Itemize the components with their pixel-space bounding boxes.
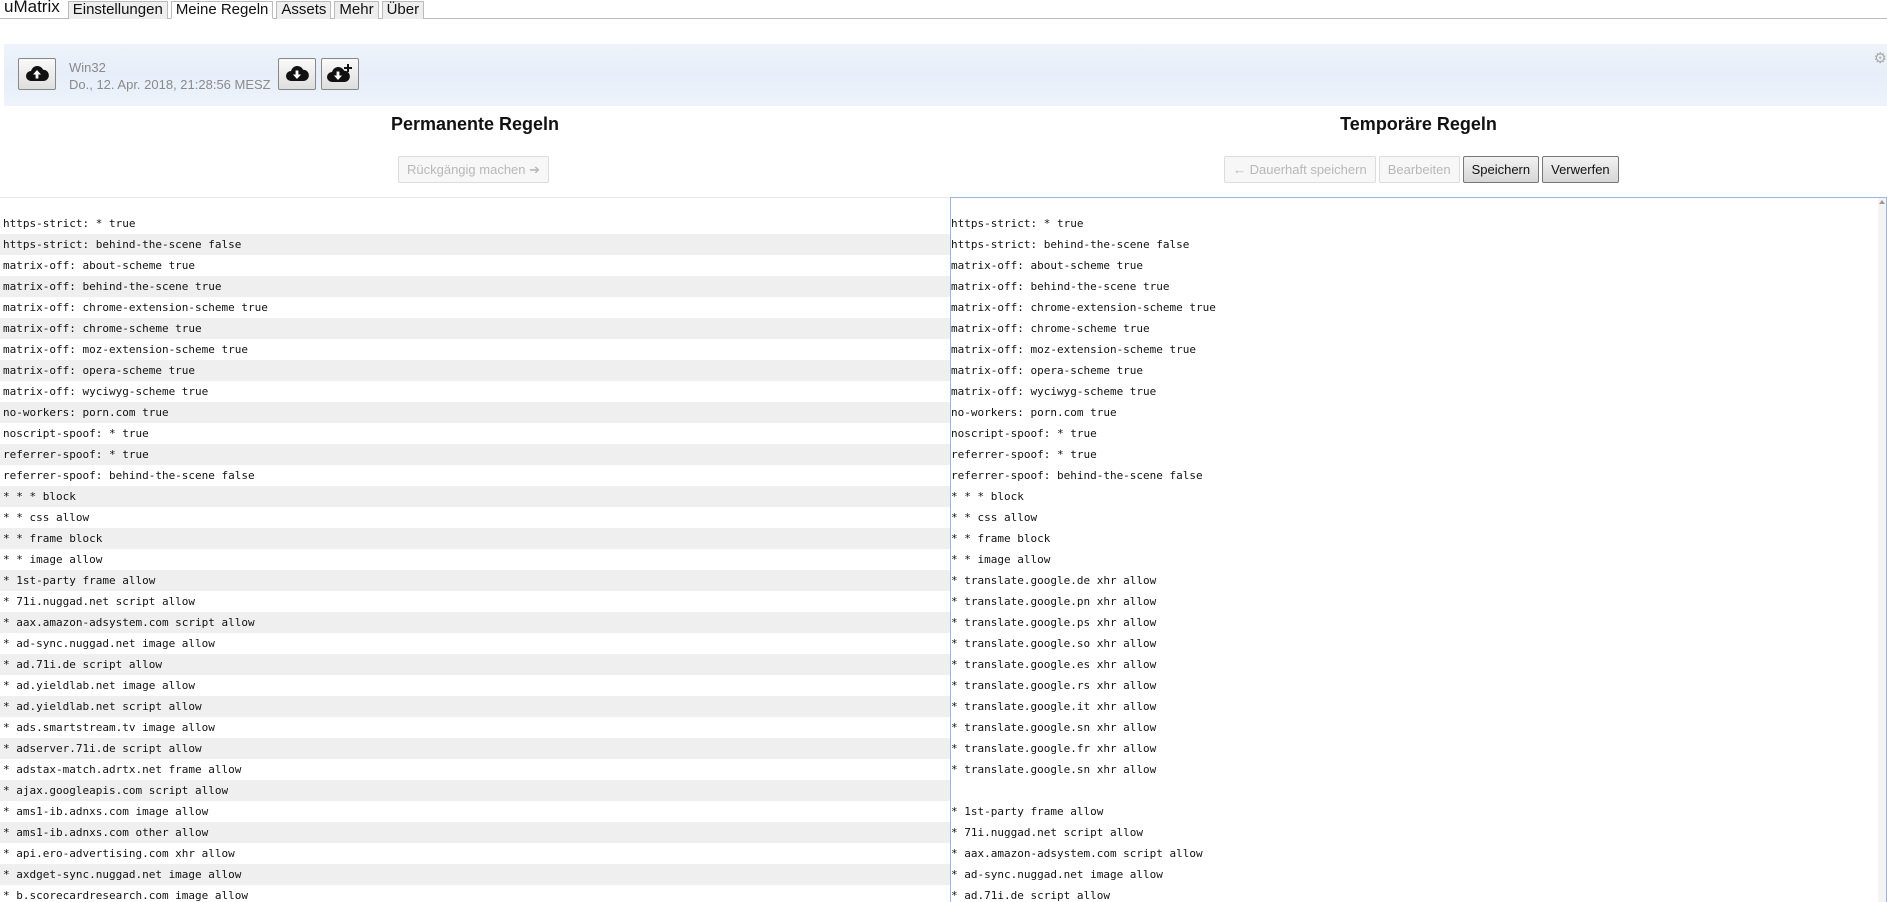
tab-assets[interactable]: Assets xyxy=(276,1,332,19)
backup-bar: Win32 Do., 12. Apr. 2018, 21:28:56 MESZ … xyxy=(4,44,1887,106)
rule-line: * adserver.71i.de script allow xyxy=(0,738,950,759)
rule-line: * * css allow xyxy=(3,511,90,524)
rule-line: https-strict: * true xyxy=(3,217,136,230)
rule-line: * aax.amazon-adsystem.com script allow xyxy=(0,612,950,633)
tab-mehr[interactable]: Mehr xyxy=(334,1,379,19)
rule-line: https-strict: behind-the-scene false xyxy=(951,238,1190,251)
cloud-download-icon xyxy=(286,65,309,81)
rule-line: matrix-off: chrome-extension-scheme true xyxy=(951,301,1216,314)
rule-line: referrer-spoof: * true xyxy=(0,444,950,465)
temporary-rules-list[interactable]: https-strict: * true https-strict: behind… xyxy=(950,197,1887,902)
rule-line: no-workers: porn.com true xyxy=(0,402,950,423)
rule-line: matrix-off: opera-scheme true xyxy=(951,364,1144,377)
rule-line: * * image allow xyxy=(951,553,1051,566)
rule-line: noscript-spoof: * true xyxy=(951,427,1097,440)
discard-button[interactable]: Verwerfen xyxy=(1542,156,1619,183)
rule-line: * * * block xyxy=(0,486,950,507)
rule-line: * aax.amazon-adsystem.com script allow xyxy=(951,847,1203,860)
rule-line: * translate.google.so xhr allow xyxy=(951,637,1157,650)
rule-line: * 1st-party frame allow xyxy=(0,570,950,591)
rule-line: * ad-sync.nuggad.net image allow xyxy=(3,637,215,650)
rule-line: referrer-spoof: * true xyxy=(951,448,1097,461)
cloud-upload-icon xyxy=(26,65,49,81)
rule-line: matrix-off: chrome-scheme true xyxy=(951,322,1150,335)
rule-line: https-strict: * true xyxy=(951,217,1084,230)
rule-line: matrix-off: chrome-extension-scheme true xyxy=(3,301,268,314)
rule-line: referrer-spoof: behind-the-scene false xyxy=(3,469,255,482)
edit-button[interactable]: Bearbeiten xyxy=(1378,156,1460,183)
rule-line: matrix-off: moz-extension-scheme true xyxy=(951,343,1197,356)
rule-line: matrix-off: about-scheme true xyxy=(951,259,1144,272)
rule-line: * translate.google.fr xhr allow xyxy=(951,742,1157,755)
rule-line: * axdget-sync.nuggad.net image allow xyxy=(0,864,950,885)
rule-line: * adstax-match.adrtx.net frame allow xyxy=(3,763,242,776)
rule-line: * translate.google.sn xhr allow xyxy=(951,763,1157,776)
app-title: uMatrix xyxy=(4,0,60,16)
temporary-rules-content: https-strict: * true https-strict: behind… xyxy=(951,213,1886,902)
scrollbar[interactable] xyxy=(1878,198,1886,902)
tab-bar: uMatrix Einstellungen Meine Regeln Asset… xyxy=(0,0,1887,19)
save-button[interactable]: Speichern xyxy=(1462,156,1540,183)
rule-line: * 71i.nuggad.net script allow xyxy=(3,595,196,608)
temporary-toolbar: ← Dauerhaft speichern Bearbeiten Speiche… xyxy=(1224,156,1619,183)
rule-line: matrix-off: behind-the-scene true xyxy=(0,276,950,297)
rule-line: * translate.google.ps xhr allow xyxy=(951,616,1157,629)
rule-line: * * * block xyxy=(951,490,1024,503)
rule-line: * * frame block xyxy=(951,532,1051,545)
rule-line: * ad.yieldlab.net image allow xyxy=(3,679,196,692)
rule-line: matrix-off: wyciwyg-scheme true xyxy=(951,385,1157,398)
rule-line: * ad-sync.nuggad.net image allow xyxy=(951,868,1163,881)
rule-line: * api.ero-advertising.com xhr allow xyxy=(3,847,235,860)
rule-line: * ajax.googleapis.com script allow xyxy=(0,780,950,801)
tab-meine-regeln[interactable]: Meine Regeln xyxy=(170,1,274,19)
permanent-rules-list: https-strict: * true https-strict: behind… xyxy=(0,197,950,902)
rule-line: * * css allow xyxy=(951,511,1038,524)
permanent-rules-heading: Permanente Regeln xyxy=(390,114,560,134)
rule-line: no-workers: porn.com true xyxy=(951,406,1117,419)
undo-button[interactable]: Rückgängig machen ➔ xyxy=(398,156,550,183)
rule-line: https-strict: behind-the-scene false xyxy=(0,234,950,255)
permanent-toolbar: Rückgängig machen ➔ xyxy=(398,156,550,183)
rule-line: * translate.google.rs xhr allow xyxy=(951,679,1157,692)
cloud-upload-button[interactable] xyxy=(18,58,56,90)
rule-line: * ams1-ib.adnxs.com image allow xyxy=(3,805,209,818)
backup-info: Win32 Do., 12. Apr. 2018, 21:28:56 MESZ xyxy=(69,59,271,93)
rule-line: * translate.google.it xhr allow xyxy=(951,700,1157,713)
rule-line: * * frame block xyxy=(0,528,950,549)
rule-line: * ams1-ib.adnxs.com other allow xyxy=(0,822,950,843)
cloud-download-plus-button[interactable] xyxy=(321,58,359,90)
cloud-download-button[interactable] xyxy=(278,58,316,90)
rule-line: * ad.71i.de script allow xyxy=(0,654,950,675)
rule-line: * * image allow xyxy=(3,553,103,566)
rule-line: * ad.yieldlab.net script allow xyxy=(0,696,950,717)
rule-line: noscript-spoof: * true xyxy=(3,427,149,440)
rule-line: matrix-off: behind-the-scene true xyxy=(951,280,1170,293)
rule-line: * ad.71i.de script allow xyxy=(951,889,1110,902)
rule-line: matrix-off: about-scheme true xyxy=(3,259,196,272)
rule-line: matrix-off: chrome-scheme true xyxy=(0,318,950,339)
rule-line: matrix-off: opera-scheme true xyxy=(0,360,950,381)
rule-line: matrix-off: moz-extension-scheme true xyxy=(3,343,249,356)
rule-line: * translate.google.sn xhr allow xyxy=(951,721,1157,734)
rule-line: referrer-spoof: behind-the-scene false xyxy=(951,469,1203,482)
rule-line: * translate.google.pn xhr allow xyxy=(951,595,1157,608)
backup-timestamp: Do., 12. Apr. 2018, 21:28:56 MESZ xyxy=(69,77,271,92)
tab-ueber[interactable]: Über xyxy=(381,1,425,19)
persist-button[interactable]: ← Dauerhaft speichern xyxy=(1224,156,1376,183)
rule-line: * translate.google.de xhr allow xyxy=(951,574,1157,587)
gear-icon[interactable]: ⚙ xyxy=(1874,49,1887,67)
rule-line: * translate.google.es xhr allow xyxy=(951,658,1157,671)
rule-line: matrix-off: wyciwyg-scheme true xyxy=(3,385,209,398)
cloud-download-plus-icon xyxy=(327,64,352,82)
rule-line: * ads.smartstream.tv image allow xyxy=(3,721,215,734)
rule-line: * 1st-party frame allow xyxy=(951,805,1104,818)
rule-line xyxy=(951,780,1886,801)
tab-einstellungen[interactable]: Einstellungen xyxy=(67,1,168,19)
rule-line: * 71i.nuggad.net script allow xyxy=(951,826,1144,839)
rule-line: * b.scorecardresearch.com image allow xyxy=(3,889,249,902)
temporary-rules-heading: Temporäre Regeln xyxy=(1340,114,1497,134)
backup-platform: Win32 xyxy=(69,60,106,75)
